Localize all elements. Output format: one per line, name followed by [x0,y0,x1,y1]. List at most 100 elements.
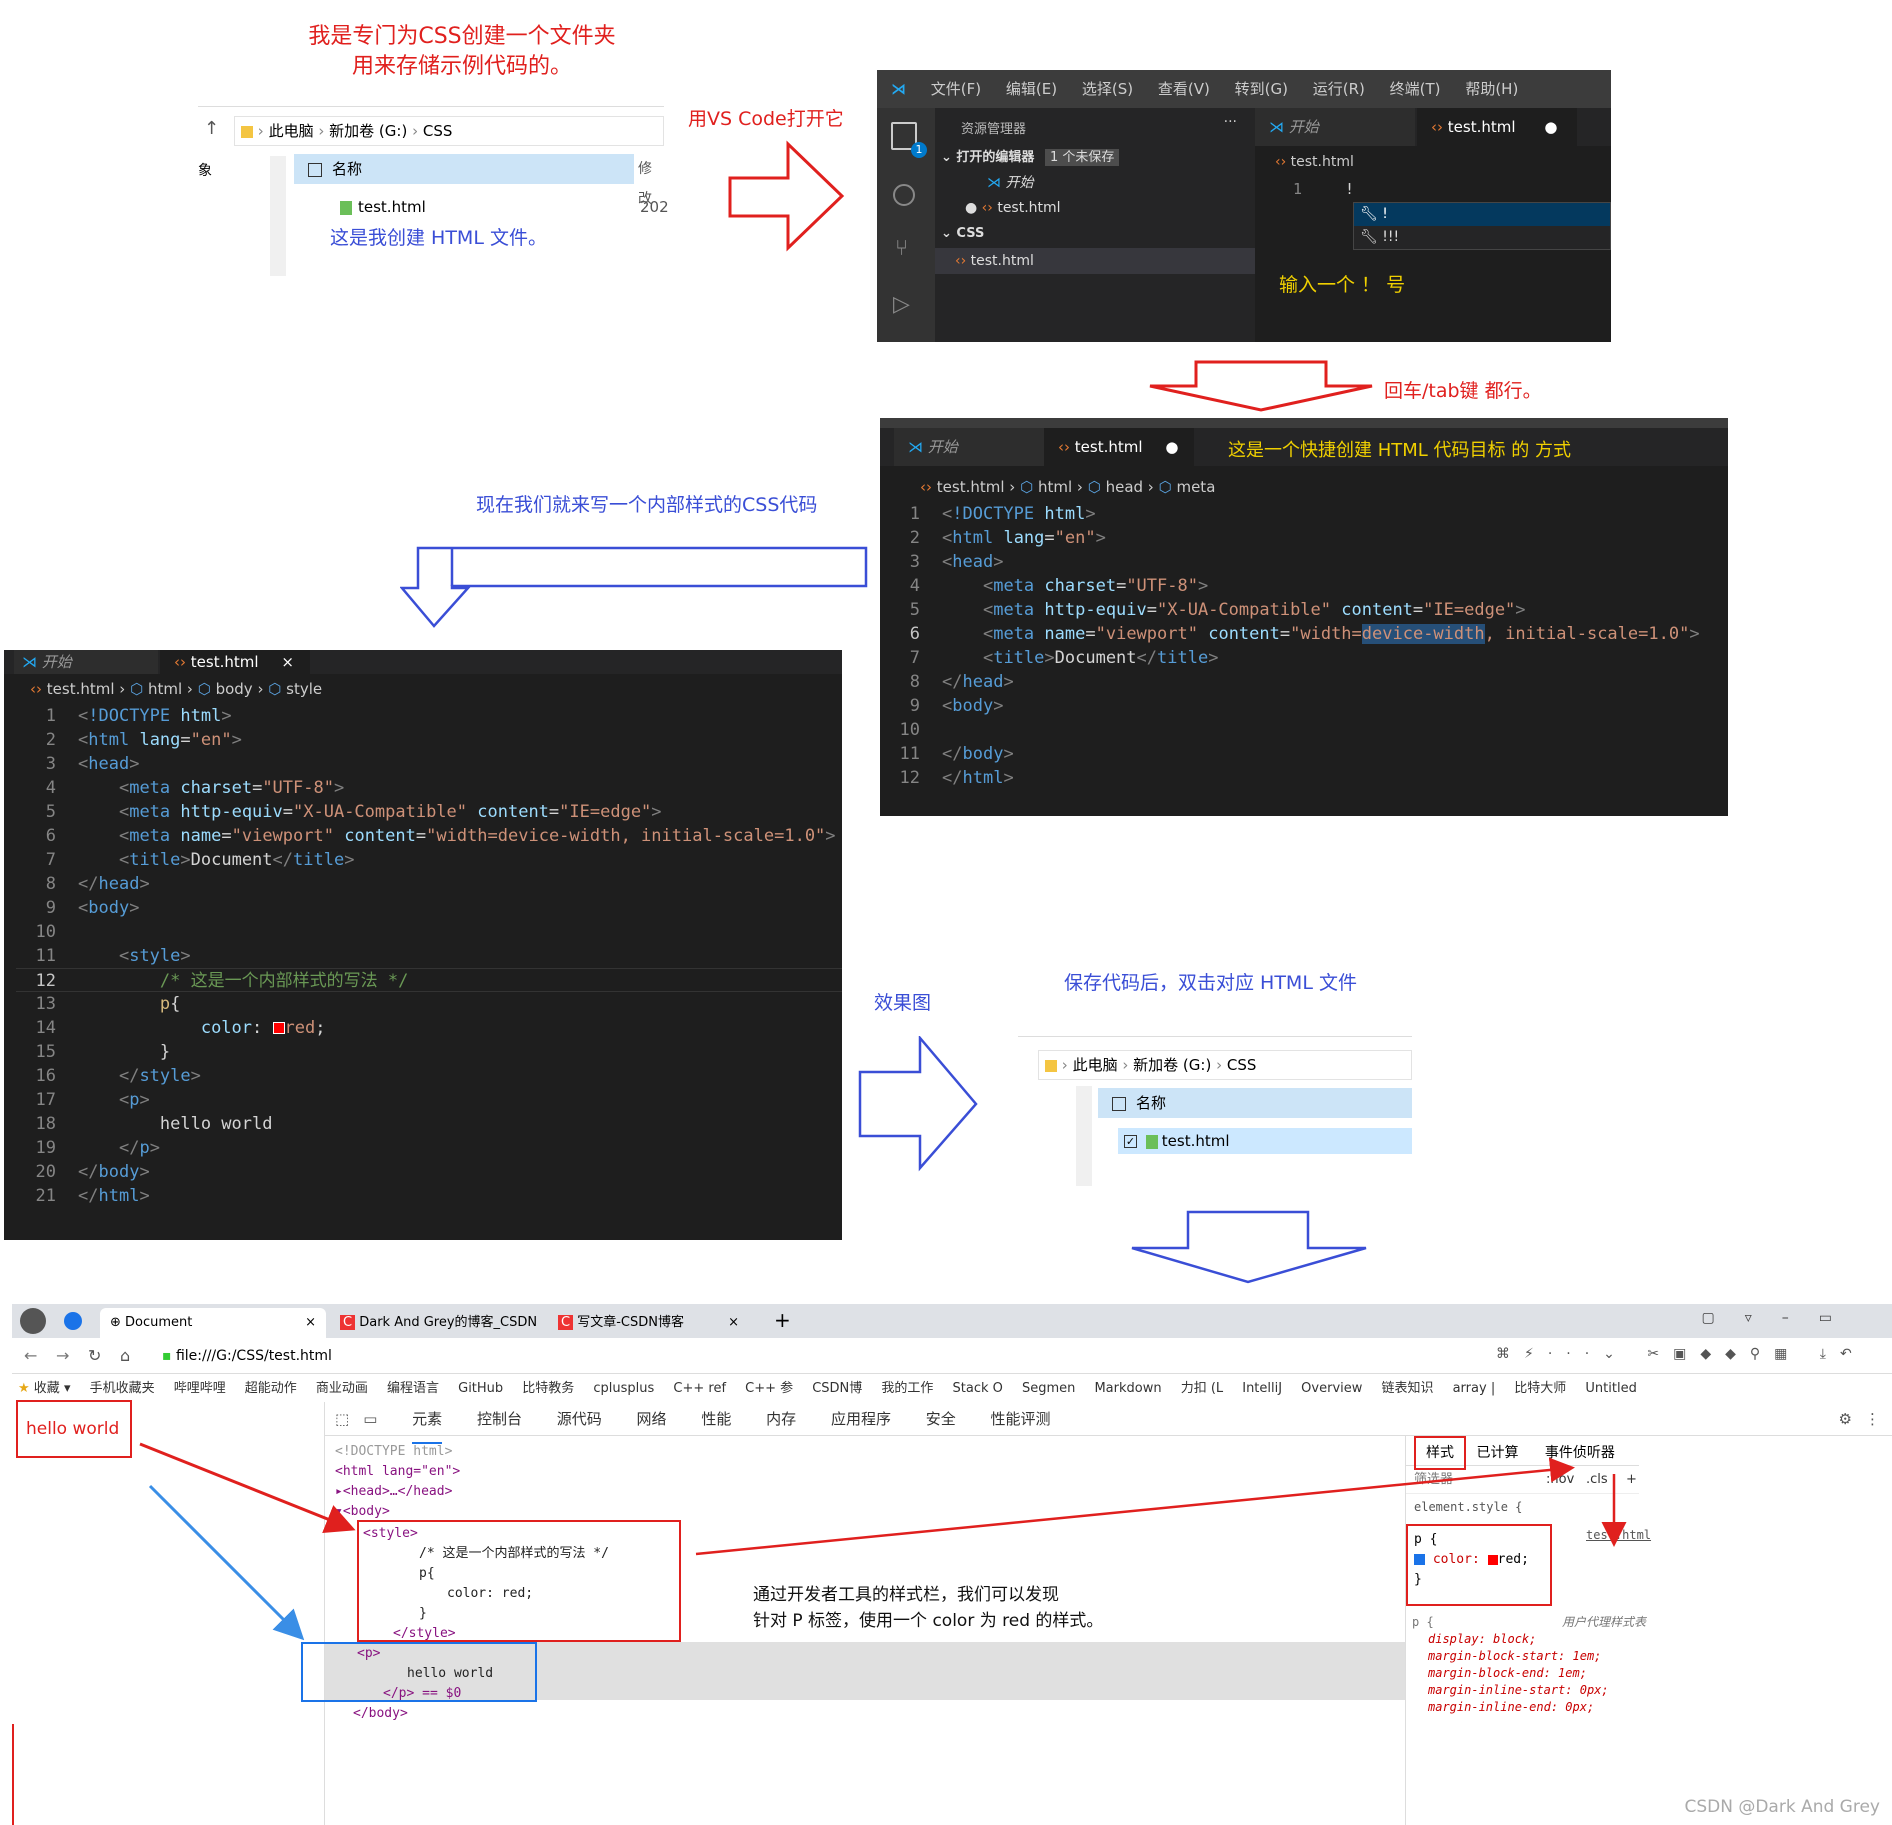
tab-test[interactable]: ‹› test.html ● [1417,108,1577,146]
dom-node[interactable]: <!DOCTYPE html> [335,1442,460,1462]
tab-test[interactable]: ‹› test.html ● [1044,428,1194,466]
tab-csdn-write[interactable]: C 写文章-CSDN博客 × [548,1308,758,1338]
tab-document[interactable]: ⊕ Document × [100,1308,326,1338]
bookmark[interactable]: IntelliJ [1242,1376,1282,1400]
devtools-tab[interactable]: 元素 [412,1402,443,1444]
dom-node[interactable]: <html lang="en"> [335,1462,460,1482]
bookmark[interactable]: CSDN博 [812,1376,862,1400]
tab-csdn-blog[interactable]: C Dark And Grey的博客_CSDN × [330,1308,540,1338]
scrollbar[interactable] [270,156,286,276]
bookmark[interactable]: Segmen [1022,1376,1075,1400]
devtools-tab[interactable]: 源代码 [557,1402,602,1436]
menu-help[interactable]: 帮助(H) [1465,80,1518,98]
extension-icons[interactable]: ⌘⚡···⌄ ✂▣◆◆⚲▦ ⤓↶ [1496,1346,1866,1362]
inspect-icon[interactable]: ⬚ [335,1410,349,1428]
style-node-highlight[interactable]: <style> /* 这是一个内部样式的写法 */ p{ color: red;… [357,1520,681,1642]
tree-item-test[interactable]: ‹› test.html [935,248,1255,274]
devtools-tab[interactable]: 性能 [701,1402,731,1436]
scrollbar[interactable] [1076,1086,1092,1186]
source-control-icon[interactable]: ⑂ [895,236,908,261]
breadcrumb[interactable]: ‹› test.html [1275,154,1354,170]
file-row[interactable]: test.html [340,198,426,216]
bookmark[interactable]: Untitled [1585,1376,1636,1400]
bookmark[interactable]: 超能动作 [245,1376,297,1400]
devtools-tab[interactable]: 内存 [766,1402,796,1436]
close-icon[interactable]: × [281,653,294,671]
breadcrumb[interactable]: ‹› test.html › ⬡ html › ⬡ body › ⬡ style [30,680,322,698]
menu-terminal[interactable]: 终端(T) [1390,80,1441,98]
p-rule-highlight[interactable]: p { color: red; } [1406,1524,1552,1606]
dom-node[interactable]: </body> [353,1706,408,1721]
column-header-name[interactable]: 名称 [1098,1088,1412,1118]
settings-gear-icon[interactable]: ⚙ [1839,1402,1852,1436]
unsaved-dot-icon[interactable]: ● [1165,438,1178,456]
path-segment[interactable]: 此电脑 [269,122,314,140]
cls-toggle[interactable]: .cls [1586,1466,1608,1494]
suggest-item-2[interactable]: 🔧︎ !!! [1354,226,1610,249]
crumb[interactable]: meta [1176,478,1215,496]
menu-file[interactable]: 文件(F) [931,80,981,98]
devtools-tab[interactable]: 应用程序 [831,1402,891,1436]
bookmark[interactable]: 链表知识 [1381,1376,1433,1400]
crumb[interactable]: html [148,680,182,698]
url-bar[interactable]: ▪ file:///G:/CSS/test.html [156,1344,1486,1368]
dom-node[interactable]: <p> [323,1644,535,1664]
new-tab-button[interactable]: + [774,1308,791,1332]
more-vert-icon[interactable]: ⋮ [1865,1402,1880,1436]
color-swatch-icon[interactable] [272,1022,285,1034]
dom-node[interactable]: ▾<body> [335,1502,460,1522]
crumb[interactable]: style [286,680,322,698]
crumb[interactable]: test.html [47,680,115,698]
browser-logo-icon[interactable] [64,1312,82,1330]
avatar[interactable] [20,1308,46,1334]
path-segment[interactable]: 此电脑 [1073,1056,1118,1074]
window-controls[interactable]: ▢▿–▭ [1702,1310,1862,1326]
bookmark[interactable]: 力扣 (L [1181,1376,1223,1400]
code-editor[interactable]: 1 <!DOCTYPE html> 2 <html lang="en"> 3 <hea… [16,704,842,1208]
open-editor-test[interactable]: ● ‹› test.html [965,200,1061,216]
bookmark[interactable]: Markdown [1094,1376,1161,1400]
file-row-selected[interactable]: ✓ test.html [1118,1128,1412,1154]
reload-icon[interactable]: ↻ [88,1346,101,1365]
crumb[interactable]: body [216,680,253,698]
bookmark[interactable]: 哔哩哔哩 [174,1376,226,1400]
tab-start[interactable]: ⋊ 开始 [1255,108,1415,146]
dom-node[interactable]: ▸<head>…</head> [335,1482,460,1502]
menu-goto[interactable]: 转到(G) [1235,80,1288,98]
suggest-item-1[interactable]: 🔧︎ ! [1354,203,1610,226]
up-arrow-icon[interactable]: ↑ [204,118,219,139]
home-icon[interactable]: ⌂ [120,1346,130,1365]
bookmark[interactable]: 商业动画 [316,1376,368,1400]
back-icon[interactable]: ← [24,1346,37,1365]
filter-input[interactable]: 筛选器 [1414,1472,1453,1487]
menu-edit[interactable]: 编辑(E) [1006,80,1057,98]
dom-node[interactable]: <style> [363,1524,679,1544]
bookmark[interactable]: array | [1453,1376,1496,1400]
dom-node[interactable]: </p> == $0 [323,1684,535,1704]
checkbox-checked-icon[interactable]: ✓ [1124,1135,1137,1148]
hov-toggle[interactable]: :hov [1546,1466,1574,1494]
suggest-widget[interactable]: 🔧︎ ! 🔧︎ !!! [1353,202,1611,250]
bookmark[interactable]: cplusplus [593,1376,654,1400]
open-editor-start[interactable]: ⋊ 开始 [987,172,1033,192]
menu-run[interactable]: 运行(R) [1313,80,1365,98]
devtools-tab[interactable]: 网络 [637,1402,667,1436]
add-rule-icon[interactable]: + [1626,1466,1637,1494]
bookmark[interactable]: Overview [1301,1376,1362,1400]
rule-declaration[interactable]: color: red; [1414,1550,1550,1570]
dom-node[interactable]: </style> [363,1624,679,1644]
bookmark[interactable]: 比特大师 [1514,1376,1566,1400]
address-bar[interactable]: › 此电脑 › 新加卷 (G:) › CSS [1038,1050,1412,1080]
search-icon[interactable] [893,184,915,206]
dom-tree[interactable]: <!DOCTYPE html> <html lang="en"> ▸<head>… [335,1442,460,1522]
tab-test[interactable]: ‹› test.html × [160,650,310,674]
crumb[interactable]: test.html [937,478,1005,496]
element-style-rule[interactable]: element.style { [1406,1494,1639,1514]
path-segment[interactable]: CSS [423,122,453,140]
bookmark[interactable]: GitHub [458,1376,503,1400]
path-segment[interactable]: CSS [1227,1056,1257,1074]
devtools-tab[interactable]: 性能评测 [991,1402,1051,1436]
bookmark[interactable]: ★ 收藏 ▾ [18,1376,70,1400]
bookmark[interactable]: 编程语言 [387,1376,439,1400]
tab-start[interactable]: ⋊ 开始 [14,650,158,674]
